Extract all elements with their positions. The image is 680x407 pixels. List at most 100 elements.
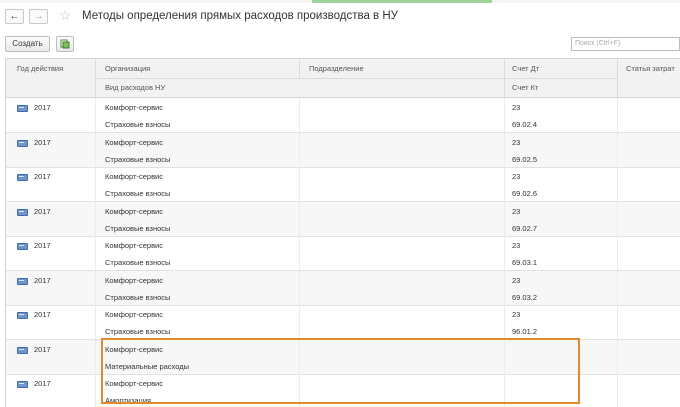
- column-divider: [299, 201, 300, 236]
- cell-organization: Комфорт-сервис: [105, 137, 163, 147]
- cell-account-kt: 69.03.1: [512, 258, 538, 267]
- column-divider: [95, 132, 96, 167]
- column-divider: [504, 270, 505, 305]
- column-divider: [95, 167, 96, 201]
- column-divider: [504, 374, 505, 407]
- table-row[interactable]: 2017 Комфорт-сервис Материальные расходы: [6, 339, 680, 375]
- cell-account-kt: 69.02.5: [512, 154, 538, 164]
- column-divider: [95, 98, 96, 132]
- column-divider: [617, 270, 618, 305]
- column-divider: [504, 236, 505, 270]
- cell-account-dt: 23: [512, 206, 521, 216]
- cell-account-dt: 23: [512, 172, 521, 181]
- record-icon: [17, 174, 28, 181]
- cell-year: 2017: [34, 275, 51, 285]
- cell-organization: Комфорт-сервис: [105, 241, 163, 250]
- table-row[interactable]: 2017 Комфорт-сервис Страховые взносы 23 69.0…: [6, 201, 680, 237]
- cell-account-dt: 23: [512, 137, 521, 147]
- page-title: Методы определения прямых расходов произ…: [82, 10, 398, 22]
- cell-account-dt: 23: [512, 241, 521, 250]
- cell-account-kt: 69.02.4: [512, 120, 538, 129]
- table-row[interactable]: 2017 Комфорт-сервис Страховые взносы 23 69.0…: [6, 236, 680, 271]
- cell-year: 2017: [34, 310, 51, 319]
- header-expense-type[interactable]: Вид расходов НУ: [105, 83, 165, 92]
- cell-expense-type: Страховые взносы: [105, 223, 171, 233]
- column-divider: [299, 132, 300, 167]
- column-divider: [299, 339, 300, 374]
- column-divider: [95, 201, 96, 236]
- cell-year: 2017: [34, 103, 51, 112]
- cell-account-kt: 69.02.7: [512, 223, 538, 233]
- column-divider: [95, 339, 96, 374]
- records-table: Год действия Организация Вид расходов НУ…: [5, 58, 680, 407]
- header-account-kt[interactable]: Счет Кт: [512, 83, 538, 92]
- column-divider: [617, 339, 618, 374]
- forward-button[interactable]: →: [29, 9, 48, 24]
- record-icon: [17, 381, 28, 388]
- copy-button[interactable]: [56, 36, 74, 52]
- cell-account-dt: 23: [512, 103, 521, 112]
- cell-year: 2017: [34, 344, 51, 354]
- table-row[interactable]: 2017 Комфорт-сервис Страховые взносы 23 69.0…: [6, 98, 680, 133]
- column-divider: [504, 201, 505, 236]
- table-header: Год действия Организация Вид расходов НУ…: [6, 59, 680, 98]
- create-button[interactable]: Создать: [5, 36, 50, 52]
- cell-account-kt: 69.03.2: [512, 292, 538, 302]
- column-divider: [617, 201, 618, 236]
- column-divider: [504, 339, 505, 374]
- top-accent: [312, 0, 492, 3]
- header-subdivision[interactable]: Подразделение: [309, 64, 364, 73]
- header-organization[interactable]: Организация: [105, 64, 150, 73]
- header-account-dt[interactable]: Счет Дт: [512, 64, 539, 73]
- column-divider: [95, 270, 96, 305]
- table-row[interactable]: 2017 Комфорт-сервис Страховые взносы 23 69.0…: [6, 132, 680, 168]
- record-icon: [17, 243, 28, 250]
- column-divider: [504, 305, 505, 339]
- cell-expense-type: Амортизация: [105, 396, 152, 405]
- cell-account-kt: 69.02.6: [512, 189, 538, 198]
- column-divider: [504, 98, 505, 132]
- column-divider: [299, 270, 300, 305]
- header-cost-item[interactable]: Статья затрат: [626, 64, 675, 73]
- record-icon: [17, 208, 28, 216]
- cell-year: 2017: [34, 241, 51, 250]
- table-row[interactable]: 2017 Комфорт-сервис Страховые взносы 23 96.0…: [6, 305, 680, 340]
- back-button[interactable]: ←: [5, 9, 24, 24]
- table-row[interactable]: 2017 Комфорт-сервис Амортизация: [6, 374, 680, 407]
- cell-expense-type: Страховые взносы: [105, 292, 171, 302]
- cell-organization: Комфорт-сервис: [105, 275, 163, 285]
- cell-account-dt: 23: [512, 275, 521, 285]
- cell-organization: Комфорт-сервис: [105, 344, 163, 354]
- cell-expense-type: Материальные расходы: [105, 361, 189, 371]
- column-divider: [299, 167, 300, 201]
- star-icon[interactable]: ☆: [59, 7, 72, 24]
- cell-organization: Комфорт-сервис: [105, 103, 163, 112]
- cell-organization: Комфорт-сервис: [105, 310, 163, 319]
- column-divider: [504, 167, 505, 201]
- cell-expense-type: Страховые взносы: [105, 327, 171, 336]
- cell-expense-type: Страховые взносы: [105, 258, 171, 267]
- record-icon: [17, 139, 28, 147]
- record-icon: [17, 346, 28, 354]
- cell-year: 2017: [34, 379, 51, 388]
- column-divider: [617, 305, 618, 339]
- search-input[interactable]: Поиск (Ctrl+F): [571, 37, 680, 51]
- cell-expense-type: Страховые взносы: [105, 189, 171, 198]
- record-icon: [17, 312, 28, 319]
- cell-expense-type: Страховые взносы: [105, 154, 171, 164]
- column-divider: [504, 132, 505, 167]
- table-row[interactable]: 2017 Комфорт-сервис Страховые взносы 23 69.0…: [6, 270, 680, 306]
- cell-account-dt: 23: [512, 310, 521, 319]
- header-year[interactable]: Год действия: [17, 64, 63, 73]
- cell-account-kt: 96.01.2: [512, 327, 538, 336]
- table-row[interactable]: 2017 Комфорт-сервис Страховые взносы 23 69.0…: [6, 167, 680, 202]
- copy-doc-icon: [60, 39, 70, 49]
- column-divider: [299, 374, 300, 407]
- column-divider: [299, 98, 300, 132]
- column-divider: [617, 236, 618, 270]
- cell-expense-type: Страховые взносы: [105, 120, 171, 129]
- column-divider: [95, 374, 96, 407]
- column-divider: [299, 305, 300, 339]
- record-icon: [17, 277, 28, 285]
- cell-organization: Комфорт-сервис: [105, 379, 163, 388]
